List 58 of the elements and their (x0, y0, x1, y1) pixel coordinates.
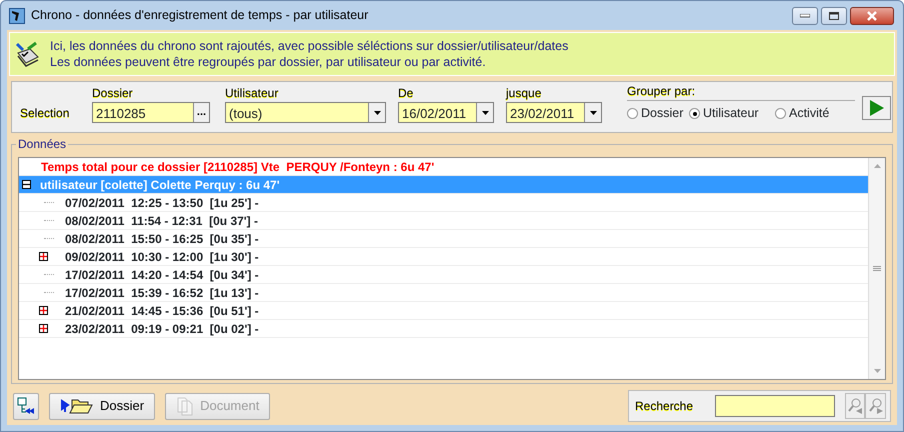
radio-option[interactable]: Activité (775, 104, 845, 123)
radio-option[interactable]: Utilisateur (689, 104, 775, 123)
scrollbar[interactable] (868, 158, 885, 379)
minimize-button[interactable] (792, 6, 818, 24)
input-field[interactable]: 2110285 ... (92, 102, 210, 123)
close-button[interactable] (850, 6, 894, 24)
input-field[interactable]: (tous) (225, 102, 386, 123)
maximize-icon (829, 12, 839, 20)
search-field[interactable] (714, 395, 835, 417)
maximize-button[interactable] (821, 6, 847, 24)
total-text: Temps total pour ce dossier [2110285] Vte PERQUY /Fonteyn : 6u 47' (41, 158, 434, 176)
entry-text: 08/02/2011 15:50 - 16:25 [0u 35'] - (65, 230, 259, 248)
selection-label: Selection (20, 106, 70, 120)
minimize-icon (800, 14, 810, 18)
info-text: Ici, les données du chrono sont rajoutés, avec possible séléctions sur dossier/utilisateur/dates (50, 38, 568, 54)
browse-button[interactable]: ... (193, 103, 209, 122)
search-icon (868, 397, 884, 415)
entry-text: 17/02/2011 15:39 - 16:52 [1u 13'] - (65, 284, 259, 302)
radio-option[interactable]: Dossier (627, 104, 689, 123)
expander-icon[interactable] (39, 306, 48, 315)
entry-text: 09/02/2011 10:30 - 12:00 [1u 30'] - (65, 248, 259, 266)
run-button[interactable] (862, 96, 891, 120)
dropdown-button[interactable] (368, 103, 385, 122)
entry-text: 08/02/2011 11:54 - 12:31 [0u 37'] - (65, 212, 258, 230)
expander-icon[interactable] (39, 252, 48, 261)
input-field[interactable]: 16/02/2011 (398, 102, 494, 123)
expander-icon[interactable] (22, 180, 31, 189)
entry-text: 23/02/2011 09:19 - 09:21 [0u 02'] - (65, 320, 259, 338)
search-icon (847, 397, 864, 415)
field-label: Utilisateur (225, 86, 278, 100)
close-icon (866, 10, 878, 20)
collapse-icon (17, 397, 35, 415)
app-icon (9, 8, 25, 24)
caret-icon (590, 110, 596, 114)
folder-button[interactable]: Dossier (49, 392, 156, 420)
info-text: Les données peuvent être regroupés par dossier, par utilisateur ou par activité. (50, 54, 487, 70)
field-label: Dossier (92, 86, 133, 100)
search-label: Recherche (635, 399, 694, 413)
dropdown-button[interactable] (584, 103, 601, 122)
scroll-grip-icon[interactable] (873, 266, 881, 272)
input-field[interactable]: 23/02/2011 (506, 102, 602, 123)
entry-text: 07/02/2011 12:25 - 13:50 [1u 25'] - (65, 194, 259, 212)
window-title: Chrono - données d'enregistrement de temps - par utilisateur (31, 7, 368, 24)
expander-icon[interactable] (39, 324, 48, 333)
field-label: jusque (506, 86, 542, 100)
play-icon (870, 100, 884, 116)
entry-text: 21/02/2011 14:45 - 15:36 [0u 51'] - (65, 302, 259, 320)
field-label: De (398, 86, 414, 100)
caret-icon (374, 110, 380, 114)
group-by-label: Grouper par: (627, 84, 696, 98)
dropdown-button[interactable] (476, 103, 493, 122)
entry-text: 17/02/2011 14:20 - 14:54 [0u 34'] - (65, 266, 259, 284)
caret-icon (482, 110, 488, 114)
checklist-icon (14, 41, 40, 67)
document-icon (176, 396, 194, 416)
toolbar-button[interactable] (13, 392, 39, 420)
group-legend: Données (16, 137, 68, 151)
folder-icon (60, 397, 94, 415)
